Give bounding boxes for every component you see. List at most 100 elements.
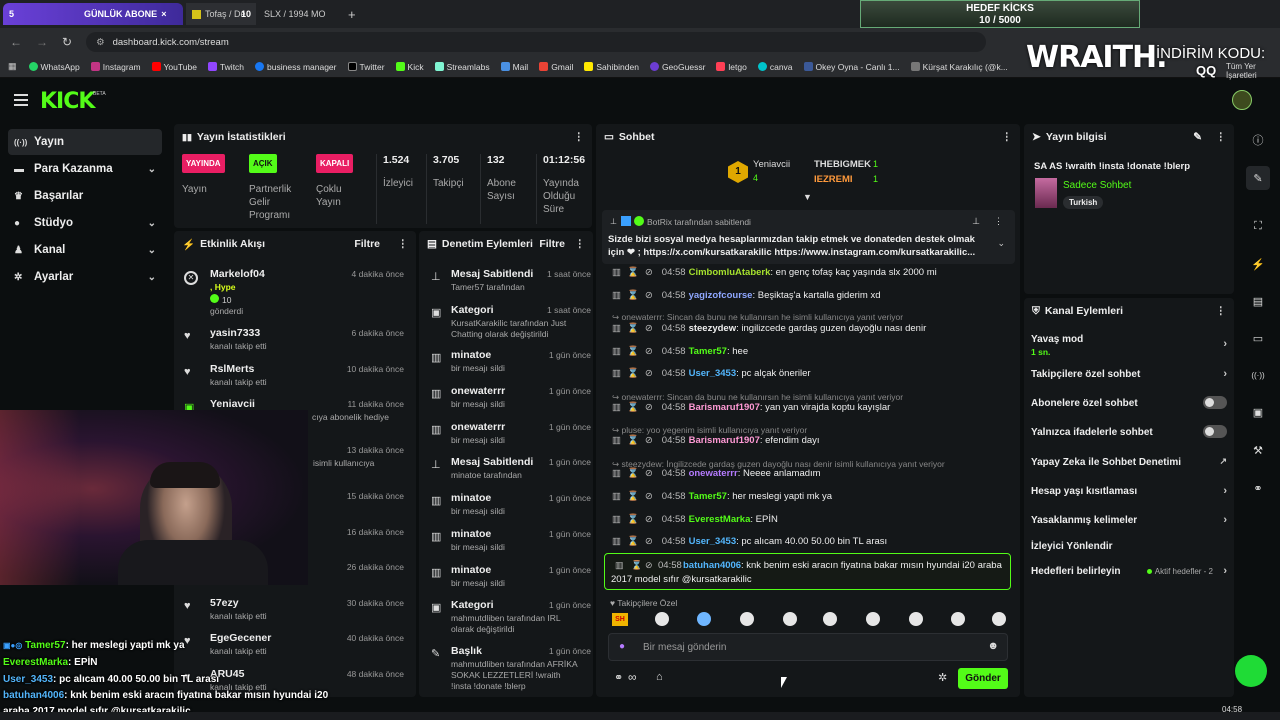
toggle-switch[interactable]	[1203, 425, 1227, 438]
message-user[interactable]: Barismaruf1907	[689, 435, 760, 446]
setting-emote-chat[interactable]: Yalnızca ifadelerle sohbet	[1031, 425, 1227, 438]
mic-icon[interactable]: ●	[619, 641, 625, 652]
emote-icon[interactable]	[697, 612, 711, 626]
trash-icon[interactable]: ▥	[612, 491, 621, 502]
hourglass-icon[interactable]: ⌛	[627, 468, 639, 479]
url-field[interactable]: ⚙ dashboard.kick.com/stream	[86, 32, 987, 52]
sidebar-item-basarilar[interactable]: ♛ Başarılar	[8, 183, 162, 209]
more-icon[interactable]: ⋮	[575, 238, 586, 250]
unpin-icon[interactable]: ⊥	[972, 216, 980, 227]
menu-icon[interactable]	[14, 94, 28, 106]
emoji-icon[interactable]: ☻	[987, 640, 999, 652]
toggle-switch[interactable]	[1203, 396, 1227, 409]
bookmark-business-manager[interactable]: business manager	[255, 62, 337, 72]
edit-icon[interactable]: ✎	[1246, 166, 1270, 190]
more-icon[interactable]: ⋮	[1216, 131, 1227, 143]
more-icon[interactable]: ⋮	[574, 131, 585, 143]
hourglass-icon[interactable]: ⌛	[627, 435, 639, 446]
more-icon[interactable]: ⋮	[398, 238, 409, 250]
site-info-icon[interactable]: ⚙	[96, 37, 105, 48]
trash-icon[interactable]: ▥	[612, 514, 621, 525]
trash-icon[interactable]: ▥	[612, 402, 621, 413]
more-icon[interactable]: ⋮	[1002, 131, 1013, 143]
trash-icon[interactable]: ▥	[612, 368, 621, 379]
chat-bubble-icon[interactable]: ▭	[1246, 326, 1270, 350]
message-user[interactable]: batuhan4006	[683, 560, 741, 571]
kick-logo[interactable]: KICK	[40, 89, 95, 114]
sidebar-item-para-kazanma[interactable]: ▬ Para Kazanma ⌄	[8, 156, 162, 182]
emote-sh[interactable]: SH	[612, 613, 628, 626]
bookmark-all[interactable]: Tüm Yer İşaretleri	[1226, 62, 1280, 80]
ban-icon[interactable]: ⊘	[645, 402, 653, 413]
wrench-icon[interactable]: ⚒	[1246, 438, 1270, 462]
message-user[interactable]: User_3453	[689, 368, 737, 379]
ban-icon[interactable]: ⊘	[645, 468, 653, 479]
sidebar-item-studyo[interactable]: ● Stüdyo ⌄	[8, 210, 162, 236]
expand-icon[interactable]: ⌄	[997, 238, 1005, 249]
bookmark-gmail[interactable]: Gmail	[539, 62, 573, 72]
broadcast-icon[interactable]: ((·))	[1246, 363, 1270, 387]
message-user[interactable]: User_3453	[689, 536, 737, 547]
tab-gunluk-abone[interactable]: 5 GÜNLÜK ABONE ×	[3, 3, 183, 25]
bookmark-kursat[interactable]: Kürşat Karakılıç (@k...	[910, 62, 1008, 72]
collapse-icon[interactable]: ▼	[803, 192, 812, 202]
emote-icon[interactable]	[866, 612, 880, 626]
bookmark-geoguessr[interactable]: GeoGuessr	[649, 62, 705, 72]
filter-button[interactable]: Filtre	[539, 238, 565, 250]
hourglass-icon[interactable]: ⌛	[627, 491, 639, 502]
lightning-icon[interactable]: ⚡	[1246, 252, 1270, 276]
bookmark-kick[interactable]: Kick	[395, 62, 424, 72]
clipboard-icon[interactable]: ▤	[1246, 289, 1270, 313]
trash-icon[interactable]: ▥	[612, 323, 621, 334]
setting-ai-moderation[interactable]: Yapay Zeka ile Sohbet Denetimi ↗	[1031, 456, 1227, 468]
infinity-icon[interactable]: ∞	[628, 670, 637, 684]
setting-goals[interactable]: Hedefleri belirleyin Aktif hedefler - 2 …	[1031, 565, 1227, 577]
emote-icon[interactable]	[740, 612, 754, 626]
emote-icon[interactable]	[823, 612, 837, 626]
category-name[interactable]: Sadece Sohbet	[1063, 180, 1131, 191]
message-user[interactable]: yagizofcourse	[689, 290, 753, 301]
layout-icon[interactable]: ▣	[1246, 400, 1270, 424]
tab-slx[interactable]: SLX / 1994 MO	[258, 3, 346, 25]
fullscreen-icon[interactable]: ⛶	[1246, 214, 1270, 238]
more-icon[interactable]: ⋮	[1216, 305, 1227, 317]
new-tab-button[interactable]: +	[348, 7, 356, 22]
hourglass-icon[interactable]: ⌛	[627, 323, 639, 334]
sidebar-item-ayarlar[interactable]: ✲ Ayarlar ⌄	[8, 264, 162, 290]
message-user[interactable]: Tamer57	[689, 491, 727, 502]
bookmark-canva[interactable]: canva	[757, 62, 793, 72]
tag-badge[interactable]: Turkish	[1063, 196, 1104, 209]
trash-icon[interactable]: ▥	[615, 560, 624, 571]
hourglass-icon[interactable]: ⌛	[631, 560, 642, 571]
ban-icon[interactable]: ⊘	[645, 435, 653, 446]
ban-icon[interactable]: ⊘	[645, 514, 653, 525]
message-user[interactable]: steezydew	[689, 323, 737, 334]
bookmark-twitch[interactable]: Twitch	[207, 62, 244, 72]
send-button[interactable]: Gönder	[958, 668, 1008, 689]
filter-button[interactable]: Filtre	[354, 238, 380, 250]
hourglass-icon[interactable]: ⌛	[627, 514, 639, 525]
bookmark-letgo[interactable]: letgo	[716, 62, 747, 72]
ban-icon[interactable]: ⊘	[645, 368, 653, 379]
close-icon[interactable]: ×	[161, 9, 166, 19]
back-icon[interactable]: ←	[10, 35, 22, 49]
hourglass-icon[interactable]: ⌛	[627, 346, 639, 357]
chat-input[interactable]: ● Bir mesaj gönderin ☻	[608, 633, 1008, 661]
trash-icon[interactable]: ▥	[612, 435, 621, 446]
ban-icon[interactable]: ⊘	[645, 560, 653, 571]
sidebar-item-yayin[interactable]: ((·)) Yayın	[8, 129, 162, 155]
hourglass-icon[interactable]: ⌛	[627, 267, 639, 278]
ban-icon[interactable]: ⊘	[645, 536, 653, 547]
hourglass-icon[interactable]: ⌛	[627, 536, 639, 547]
store-icon[interactable]: ⌂	[656, 671, 663, 683]
trash-icon[interactable]: ▥	[612, 536, 621, 547]
bookmark-okey[interactable]: Okey Oyna - Canlı 1...	[803, 62, 900, 72]
bookmark-mail[interactable]: Mail	[500, 62, 528, 72]
setting-account-age[interactable]: Hesap yaşı kısıtlaması ›	[1031, 485, 1227, 497]
trash-icon[interactable]: ▥	[612, 346, 621, 357]
avatar[interactable]	[1232, 90, 1252, 110]
emote-icon[interactable]	[951, 612, 965, 626]
bookmark-youtube[interactable]: YouTube	[151, 62, 197, 72]
bookmark-whatsapp[interactable]: WhatsApp	[28, 62, 80, 72]
bookmark-twitter[interactable]: Twitter	[347, 62, 385, 72]
